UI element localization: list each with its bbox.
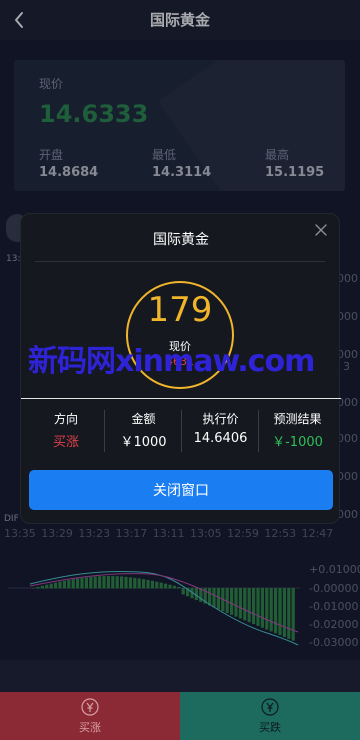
- countdown-seconds: 179: [147, 290, 213, 330]
- strike-price-label: 执行价: [202, 412, 239, 426]
- close-window-button[interactable]: 关闭窗口: [29, 470, 333, 510]
- strike-price-value: 14.6406: [193, 431, 248, 446]
- predicted-result-label: 预测结果: [273, 412, 322, 426]
- trade-action-bar: 买涨 买跌: [0, 692, 360, 740]
- predicted-result-value: ￥-1000: [272, 435, 323, 450]
- direction-column: 方向 买涨: [27, 410, 105, 452]
- divider: [35, 261, 325, 262]
- yuan-circle-icon: [261, 698, 279, 716]
- predicted-result-column: 预测结果 ￥-1000: [258, 410, 336, 452]
- direction-label: 方向: [53, 412, 78, 426]
- amount-column: 金额 ￥1000: [104, 410, 182, 452]
- buy-fall-button[interactable]: 买跌: [180, 692, 360, 740]
- direction-value: 买涨: [52, 435, 79, 450]
- strike-price-column: 执行价 14.6406: [181, 410, 259, 452]
- amount-value: ￥1000: [120, 435, 167, 450]
- yuan-circle-icon: [81, 698, 99, 716]
- buy-rise-label: 买涨: [79, 721, 101, 734]
- buy-fall-label: 买跌: [259, 721, 281, 734]
- watermark-text: 新码网xinmaw.com: [28, 344, 315, 379]
- buy-rise-button[interactable]: 买涨: [0, 692, 180, 740]
- modal-title: 国际黄金: [153, 232, 209, 248]
- divider: [21, 398, 341, 399]
- amount-label: 金额: [131, 412, 156, 426]
